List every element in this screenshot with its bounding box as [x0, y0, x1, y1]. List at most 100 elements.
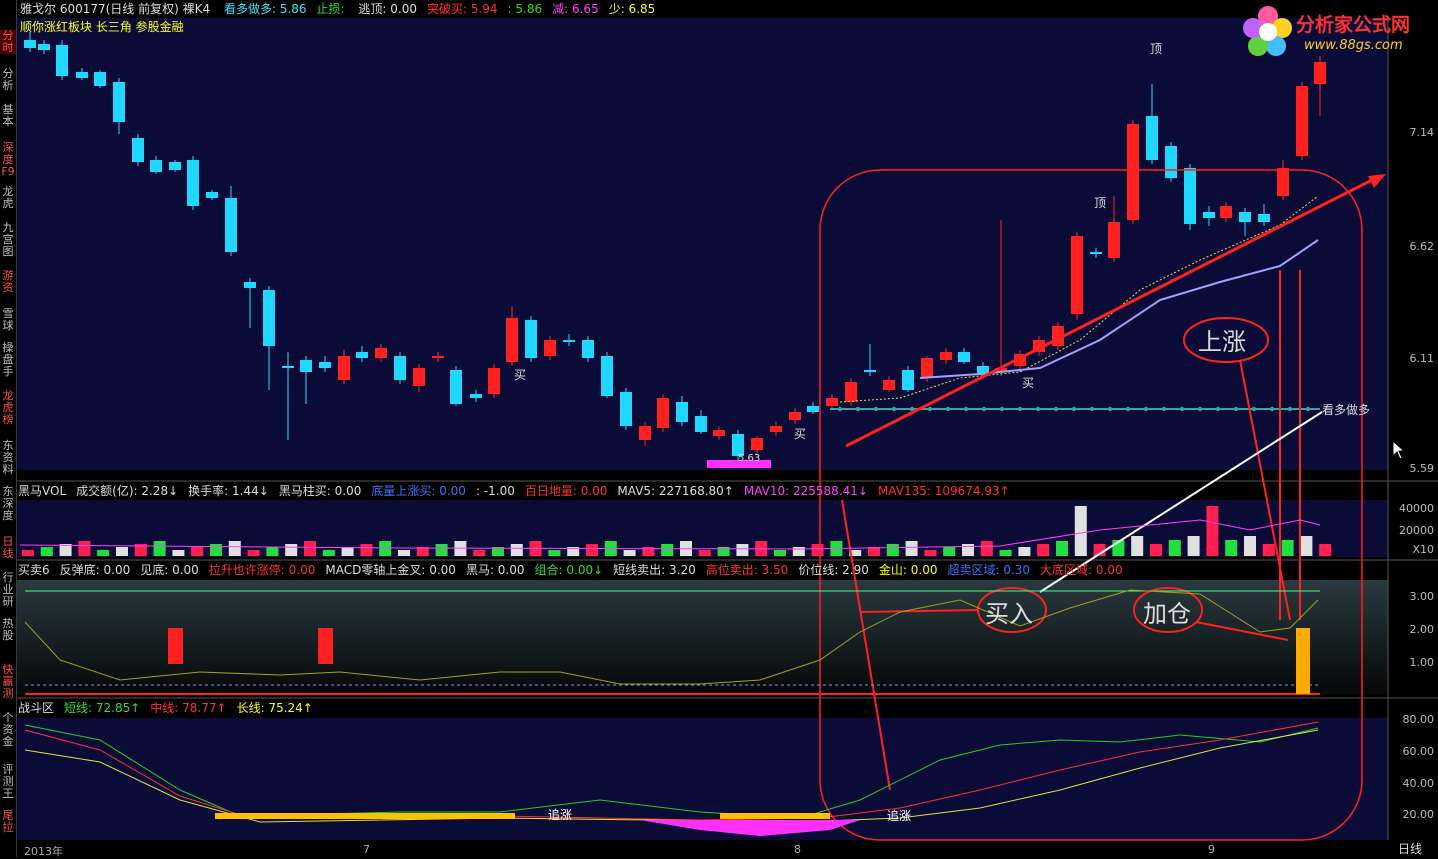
vol-bar	[473, 550, 486, 556]
vol-hdr-item: 底量上涨买: 0.00	[371, 484, 466, 498]
vol-bar	[285, 544, 298, 556]
look-long-dot	[1215, 406, 1221, 412]
candle-body	[751, 438, 763, 450]
candle-body	[864, 370, 876, 372]
candle-body	[713, 430, 725, 436]
date-8: 8	[794, 843, 801, 856]
ind-hdr-item: 高位卖出: 3.50	[705, 563, 789, 577]
vol-bar	[962, 544, 974, 556]
vol-bar	[736, 544, 749, 556]
candle-body	[601, 356, 613, 396]
look-long-dot	[1053, 406, 1059, 412]
candle-body	[506, 318, 518, 362]
fight-hdr-item: 短线: 72.85↑	[64, 701, 141, 715]
look-long-dot	[855, 406, 861, 412]
look-long-dot	[891, 406, 897, 412]
candle-body	[1203, 212, 1215, 218]
vol-bar	[548, 550, 561, 556]
vol-bar	[341, 547, 354, 556]
look-long-dot	[1197, 406, 1203, 412]
look-long-label: 看多做多	[1322, 403, 1371, 417]
look-long-dot	[945, 406, 951, 412]
vol-bar	[980, 541, 993, 556]
candle-body	[187, 160, 199, 206]
candle-body	[770, 426, 782, 432]
candle-body	[432, 356, 444, 358]
vol-bar	[228, 541, 241, 556]
vol-header: 黑马VOL 成交额(亿): 2.28↓ 换手率: 1.44↓ 黑马柱买: 0.00 底量…	[18, 484, 1020, 498]
period-tab[interactable]: 日线	[1398, 840, 1422, 857]
fight-band-yellow	[215, 813, 515, 819]
chase-label-1: 追涨	[548, 808, 573, 822]
candle-body	[76, 72, 88, 78]
ind-hdr-item: 见底: 0.00	[140, 563, 199, 577]
vol-bar	[774, 550, 786, 556]
vol-bar	[811, 544, 824, 556]
candle-body	[1090, 252, 1102, 254]
annot-add: 加仓	[1143, 600, 1191, 628]
ind-hdr-item: 大底区域: 0.00	[1040, 563, 1123, 577]
vol-bar	[1262, 544, 1275, 556]
vol-bar	[943, 547, 956, 556]
hdr-items-item: 逃顶: 0.00	[358, 2, 417, 16]
vol-bar	[1281, 540, 1294, 556]
fight-header: 战斗区 短线: 72.85↑ 中线: 78.77↑ 长线: 75.24↑	[18, 701, 323, 715]
vol-bar	[266, 547, 279, 556]
candle-body	[413, 368, 425, 386]
vol-bar	[1168, 540, 1181, 556]
fight-tick-3: 40.00	[1402, 777, 1435, 790]
ind-hdr-item: 黑马: 0.00	[465, 563, 525, 577]
ind-hdr-item: 金山: 0.00	[878, 563, 938, 577]
look-long-dot	[1305, 406, 1311, 412]
candle-body	[902, 370, 914, 390]
vol-bar	[792, 547, 805, 556]
look-long-dot	[873, 406, 879, 412]
candle-body	[24, 40, 36, 48]
candle-body	[657, 398, 669, 428]
candle-body	[807, 406, 819, 412]
vol-bar	[191, 547, 204, 556]
look-long-dot	[1143, 406, 1149, 412]
candle-body	[921, 358, 933, 378]
vol-bar	[360, 544, 373, 556]
candle-body	[826, 398, 838, 406]
look-long-dot	[1125, 406, 1131, 412]
vol-bar	[1244, 536, 1256, 556]
hdr-items-item: 少: 6.85	[608, 2, 656, 16]
vol-tick-3: X10	[1412, 543, 1434, 556]
ind-hdr-item: MACD零轴上金叉: 0.00	[325, 563, 456, 577]
ind-hdr-item: 拉升也许涨停: 0.00	[208, 563, 316, 577]
concept-tags: 顺你涨红板块 长三角 参股金融	[20, 20, 184, 34]
site-logo: 分析家公式网 www.88gs.com	[1238, 2, 1433, 60]
vol-bar	[210, 544, 222, 556]
annot-buy: 买入	[985, 600, 1033, 628]
candle-body	[150, 160, 162, 172]
fight-hdr-item: 中线: 78.77↑	[150, 701, 227, 715]
vol-bar	[1074, 506, 1087, 556]
candle-body	[582, 340, 594, 358]
vol-bar	[1206, 506, 1219, 556]
flower-icon	[1243, 6, 1292, 56]
vol-bar	[40, 547, 53, 556]
hdr-items-item: 看多做多: 5.86	[223, 2, 307, 16]
fight-tick-1: 80.00	[1402, 713, 1435, 726]
ind-hdr-item: 组合: 0.00↓	[534, 563, 604, 577]
vol-hdr-item: 黑马VOL	[18, 484, 67, 498]
vol-bar	[924, 550, 937, 556]
chase-label-2: 追涨	[887, 809, 912, 823]
look-long-dot	[1269, 406, 1275, 412]
vol-bar	[886, 544, 899, 556]
look-long-dot	[1287, 406, 1293, 412]
candle-body	[883, 380, 895, 390]
vol-bar	[435, 544, 448, 556]
candle-body	[1258, 214, 1270, 222]
ind-hdr-item: 超卖区域: 0.30	[947, 563, 1031, 577]
candle-body	[1184, 168, 1196, 224]
candle-body	[206, 192, 218, 198]
vol-bar	[623, 550, 636, 556]
ind-hdr-item: 短线卖出: 3.20	[613, 563, 696, 577]
candle-body	[845, 382, 857, 402]
buy-label-3: 买	[1022, 376, 1035, 390]
vol-bar	[304, 541, 316, 556]
price-tick-1: 7.14	[1409, 126, 1435, 139]
